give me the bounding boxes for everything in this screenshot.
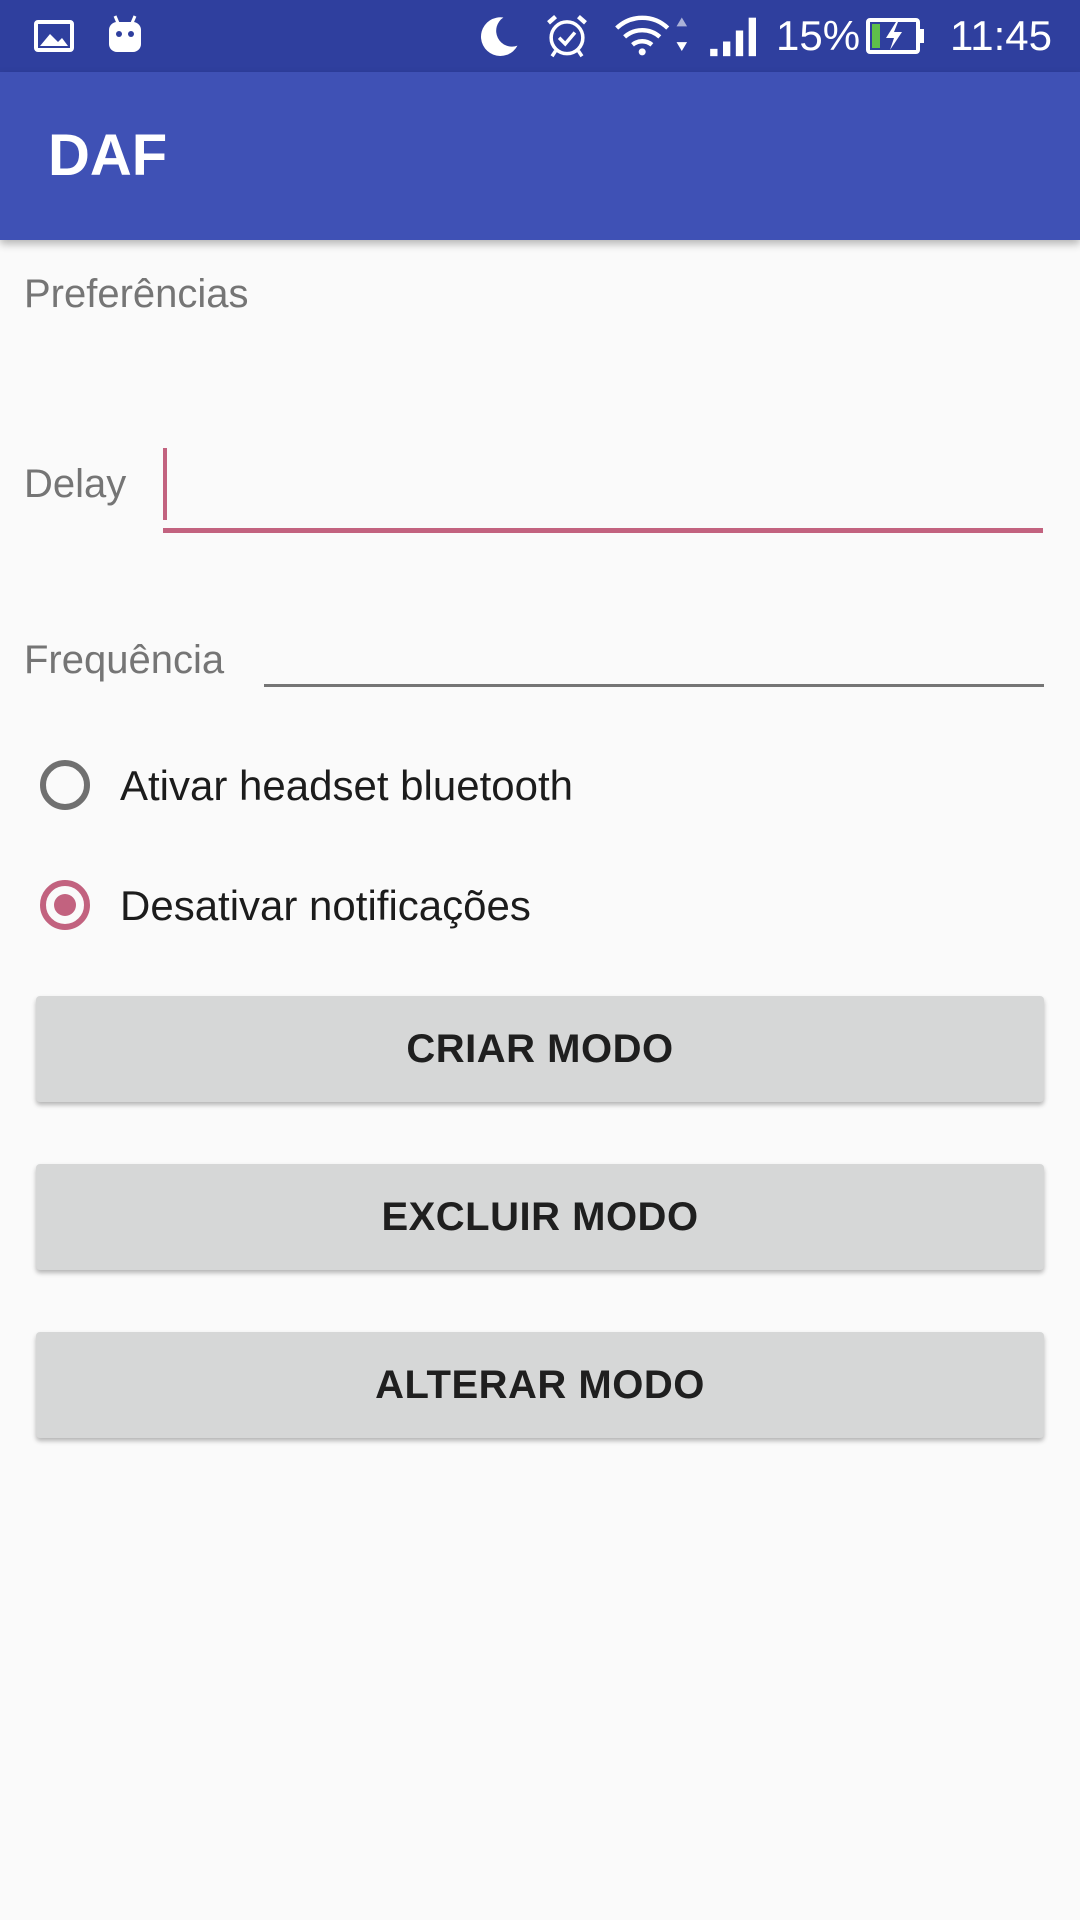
clock: 11:45: [950, 12, 1052, 59]
delay-input[interactable]: [163, 448, 1043, 533]
alarm-icon: [547, 14, 587, 58]
battery-charging-icon: [866, 18, 924, 54]
radio-unchecked-icon[interactable]: [40, 760, 90, 810]
delay-label: Delay: [24, 462, 127, 506]
criar-modo-button[interactable]: CRIAR MODO: [36, 996, 1044, 1102]
app-bar: DAF: [0, 72, 1080, 240]
radio-checked-icon[interactable]: [40, 880, 90, 930]
status-bar: 15% 11:45: [0, 0, 1080, 72]
radio-ativar-headset[interactable]: Ativar headset bluetooth: [40, 754, 1040, 824]
radio-label: Desativar notificações: [120, 882, 531, 929]
text-cursor: [163, 448, 167, 520]
section-title: Preferências: [24, 272, 249, 316]
image-icon: [34, 20, 74, 52]
moon-icon: [481, 17, 518, 56]
battery-percent: 15%: [776, 12, 861, 59]
frequency-label: Frequência: [24, 638, 225, 682]
app-screen: 15% 11:45 DAF Preferências Delay Frequên…: [0, 0, 1080, 1920]
radio-desativar-notificacoes[interactable]: Desativar notificações: [40, 874, 1040, 944]
radio-label: Ativar headset bluetooth: [120, 762, 573, 809]
app-title: DAF: [48, 123, 168, 188]
alterar-modo-button[interactable]: ALTERAR MODO: [36, 1332, 1044, 1438]
android-icon: [109, 15, 141, 52]
frequency-input[interactable]: [264, 630, 1044, 687]
signal-icon: [710, 17, 756, 57]
excluir-modo-button[interactable]: EXCLUIR MODO: [36, 1164, 1044, 1270]
wifi-icon: [615, 15, 688, 56]
